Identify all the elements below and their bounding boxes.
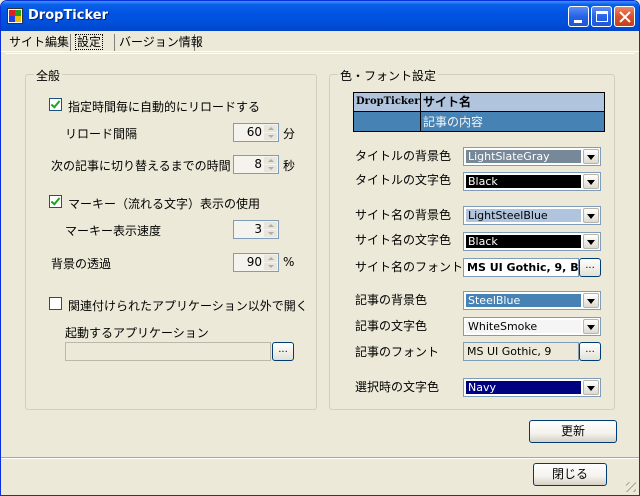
site-font-label: サイト名のフォント: [355, 260, 464, 274]
opacity-label: 背景の透過: [51, 257, 112, 271]
tab-version-info[interactable]: バージョン情報: [115, 34, 203, 52]
preview-content: 記事の内容: [420, 112, 604, 131]
chevron-down-icon[interactable]: [583, 208, 599, 223]
chevron-down-icon[interactable]: [583, 293, 599, 308]
preview-title: サイト名: [420, 93, 604, 111]
preview-site-name: DropTicker: [354, 93, 420, 111]
auto-reload-label: 指定時間毎に自動的にリロードする: [68, 100, 261, 114]
marquee-speed-spinner[interactable]: 3: [233, 220, 279, 239]
preview-blank-cell: [354, 112, 420, 131]
content-bg-label: 記事の背景色: [355, 293, 428, 307]
app-icon: [7, 8, 23, 24]
selected-fg-select[interactable]: Navy: [463, 378, 601, 397]
spinner-value: 3: [254, 222, 262, 236]
spin-up-icon[interactable]: [264, 157, 277, 164]
color-swatch: LightSlateGray: [466, 150, 581, 163]
site-font-button[interactable]: ...: [579, 258, 601, 277]
color-swatch: SteelBlue: [466, 294, 581, 307]
tab-label: サイト編集: [9, 35, 70, 49]
spinner-value: 60: [246, 125, 262, 139]
open-other-app-label: 関連付けられたアプリケーション以外で開く: [68, 299, 308, 313]
tab-site-edit[interactable]: サイト編集: [5, 34, 71, 52]
maximize-icon: [596, 11, 608, 22]
content-bg-select[interactable]: SteelBlue: [463, 291, 601, 310]
checkmark-icon: [50, 98, 61, 109]
tab-settings[interactable]: 設定: [71, 34, 115, 52]
spin-down-icon[interactable]: [264, 165, 277, 172]
chevron-down-icon[interactable]: [583, 319, 599, 334]
spinner-value: 8: [254, 157, 262, 171]
close-window-button[interactable]: [614, 6, 635, 27]
ticker-preview: DropTicker サイト名 記事の内容: [353, 92, 605, 132]
site-fg-label: サイト名の文字色: [355, 233, 452, 247]
tab-label: 設定: [75, 34, 104, 50]
color-swatch: Navy: [466, 381, 581, 394]
close-button[interactable]: 閉じる: [533, 463, 607, 486]
minimize-icon: [574, 20, 582, 23]
color-swatch: LightSteelBlue: [466, 209, 581, 222]
chevron-down-icon[interactable]: [583, 380, 599, 395]
opacity-spinner[interactable]: 90: [233, 253, 279, 272]
spin-up-icon[interactable]: [264, 222, 277, 229]
spin-down-icon[interactable]: [264, 230, 277, 237]
marquee-checkbox[interactable]: [49, 195, 62, 208]
open-other-app-checkbox[interactable]: [49, 297, 62, 310]
launch-app-input[interactable]: [65, 342, 271, 361]
color-swatch: WhiteSmoke: [466, 320, 581, 333]
content-font-label: 記事のフォント: [355, 345, 440, 359]
title-bar[interactable]: DropTicker: [1, 1, 639, 31]
footer-divider: [1, 457, 639, 459]
launch-app-label: 起動するアプリケーション: [65, 326, 209, 340]
window-title: DropTicker: [28, 8, 108, 23]
title-bg-label: タイトルの背景色: [355, 149, 452, 163]
content-fg-select[interactable]: WhiteSmoke: [463, 317, 601, 336]
site-bg-label: サイト名の背景色: [355, 208, 452, 222]
marquee-speed-label: マーキー表示速度: [65, 224, 162, 238]
site-fg-select[interactable]: Black: [463, 232, 601, 251]
browse-app-button[interactable]: ...: [272, 342, 294, 361]
spin-down-icon[interactable]: [264, 133, 277, 140]
reload-interval-label: リロード間隔: [65, 127, 138, 141]
content-font-button[interactable]: ...: [579, 342, 601, 361]
color-font-legend: 色・フォント設定: [338, 67, 439, 84]
site-font-field: MS UI Gothic, 9, B: [463, 258, 579, 277]
spin-up-icon[interactable]: [264, 125, 277, 132]
site-bg-select[interactable]: LightSteelBlue: [463, 206, 601, 225]
title-bg-select[interactable]: LightSlateGray: [463, 147, 601, 166]
chevron-down-icon[interactable]: [583, 149, 599, 164]
chevron-down-icon[interactable]: [583, 174, 599, 189]
switch-time-spinner[interactable]: 8: [233, 155, 279, 174]
settings-panel: 全般 指定時間毎に自動的にリロードする リロード間隔 60 分 次の記事に切り替…: [5, 53, 635, 455]
color-swatch: Black: [466, 235, 581, 248]
tab-divider: [1, 51, 639, 52]
tab-label: バージョン情報: [119, 35, 203, 49]
switch-time-unit: 秒: [283, 159, 296, 173]
chevron-down-icon[interactable]: [583, 234, 599, 249]
switch-time-label: 次の記事に切り替えるまでの時間: [51, 159, 231, 173]
maximize-button[interactable]: [591, 6, 612, 27]
color-swatch: Black: [466, 175, 581, 188]
general-legend: 全般: [34, 67, 63, 84]
opacity-unit: %: [283, 255, 295, 269]
reload-interval-spinner[interactable]: 60: [233, 123, 279, 142]
reload-interval-unit: 分: [283, 127, 296, 141]
content-font-field: MS UI Gothic, 9: [463, 342, 579, 361]
resize-grip-icon[interactable]: [626, 482, 636, 492]
content-fg-label: 記事の文字色: [355, 319, 428, 333]
selected-fg-label: 選択時の文字色: [355, 380, 440, 394]
auto-reload-checkbox[interactable]: [49, 98, 62, 111]
checkmark-icon: [50, 195, 61, 206]
title-fg-label: タイトルの文字色: [355, 173, 452, 187]
spinner-value: 90: [246, 255, 262, 269]
marquee-label: マーキー（流れる文字）表示の使用: [68, 197, 261, 211]
spin-up-icon[interactable]: [264, 255, 277, 262]
title-fg-select[interactable]: Black: [463, 172, 601, 191]
update-button[interactable]: 更新: [529, 420, 617, 443]
minimize-button[interactable]: [568, 6, 589, 27]
main-window: DropTicker サイト編集 設定 バージョン情報 全般 指定時間毎に自動的: [0, 0, 640, 496]
spin-down-icon[interactable]: [264, 263, 277, 270]
